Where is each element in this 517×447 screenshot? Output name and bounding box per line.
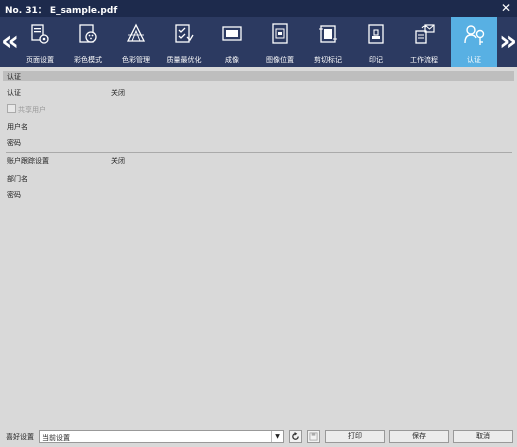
- account-tracking-value[interactable]: 关闭: [111, 156, 125, 166]
- print-button[interactable]: 打印: [325, 430, 385, 443]
- preference-label: 喜好设置: [6, 433, 34, 441]
- preference-select[interactable]: 当前设置 ▼: [39, 430, 284, 443]
- shared-user-checkbox[interactable]: 共享用户: [7, 104, 46, 114]
- image-position-icon: [272, 23, 288, 44]
- cancel-button[interactable]: 取消: [453, 430, 513, 443]
- preference-value: 当前设置: [42, 434, 70, 442]
- tab-label: 剪切标记: [314, 56, 342, 64]
- tab-stamp[interactable]: 印记: [353, 17, 399, 67]
- tab-label: 彩色模式: [74, 56, 102, 64]
- tab-crop-marks[interactable]: 剪切标记: [305, 17, 351, 67]
- tab-label: 色彩管理: [122, 56, 150, 64]
- tab-label: 工作流程: [410, 56, 438, 64]
- crop-marks-icon: [319, 25, 337, 43]
- tab-label: 成像: [225, 56, 239, 64]
- floppy-icon: [309, 432, 318, 441]
- department-label: 部门名: [7, 175, 28, 183]
- tab-label: 印记: [369, 56, 383, 64]
- scroll-right-icon[interactable]: »: [499, 23, 517, 59]
- username-label: 用户名: [7, 123, 28, 131]
- refresh-icon: [292, 432, 299, 440]
- checkbox-box[interactable]: [7, 104, 16, 113]
- page-setup-icon: [31, 24, 49, 44]
- color-mode-icon: [79, 24, 97, 43]
- shared-user-label: 共享用户: [18, 106, 46, 114]
- color-management-icon: [126, 23, 146, 42]
- authentication-icon: [464, 25, 485, 45]
- close-icon[interactable]: ✕: [501, 0, 511, 17]
- section-title: 认证: [7, 73, 21, 81]
- tab-imaging[interactable]: 成像: [209, 17, 255, 67]
- window-title: No. 31： E_sample.pdf: [5, 6, 118, 16]
- auth-value[interactable]: 关闭: [111, 88, 125, 98]
- save-preset-button[interactable]: [307, 430, 320, 443]
- tab-page-setup[interactable]: 页面设置: [17, 17, 63, 67]
- tab-authentication[interactable]: 认证: [451, 17, 497, 67]
- refresh-button[interactable]: [289, 430, 302, 443]
- stamp-icon: [368, 24, 384, 44]
- password-label: 密码: [7, 139, 21, 147]
- section-header: 认证: [3, 71, 514, 81]
- workflow-icon: [415, 24, 435, 44]
- tab-color-mode[interactable]: 彩色模式: [65, 17, 111, 67]
- tab-image-position[interactable]: 图像位置: [257, 17, 303, 67]
- quality-optimize-icon: [175, 24, 194, 43]
- tab-label: 页面设置: [26, 56, 54, 64]
- tab-color-management[interactable]: 色彩管理: [113, 17, 159, 67]
- department-password-label: 密码: [7, 191, 21, 199]
- window-titlebar: No. 31： E_sample.pdf ✕: [0, 0, 517, 17]
- save-button[interactable]: 保存: [389, 430, 449, 443]
- auth-label: 认证: [7, 89, 21, 97]
- imaging-icon: [222, 26, 242, 41]
- tab-label: 图像位置: [266, 56, 294, 64]
- tab-quality-optimize[interactable]: 质量最优化: [161, 17, 207, 67]
- settings-toolbar: « 页面设置 彩色模式 色彩管理 质量最优化 成像 图像位置 剪切标记 印记 工…: [0, 17, 517, 67]
- tab-label: 认证: [467, 56, 481, 64]
- bottom-bar: 喜好设置 当前设置 ▼ 打印 保存 取消: [0, 427, 517, 447]
- tab-label: 质量最优化: [166, 56, 202, 64]
- tab-workflow[interactable]: 工作流程: [401, 17, 447, 67]
- authentication-panel: 认证 认证 关闭 共享用户 用户名 密码 账户跟踪设置 关闭 部门名 密码: [3, 71, 514, 425]
- divider: [6, 152, 512, 153]
- chevron-down-icon[interactable]: ▼: [271, 431, 283, 442]
- account-tracking-label: 账户跟踪设置: [7, 157, 49, 165]
